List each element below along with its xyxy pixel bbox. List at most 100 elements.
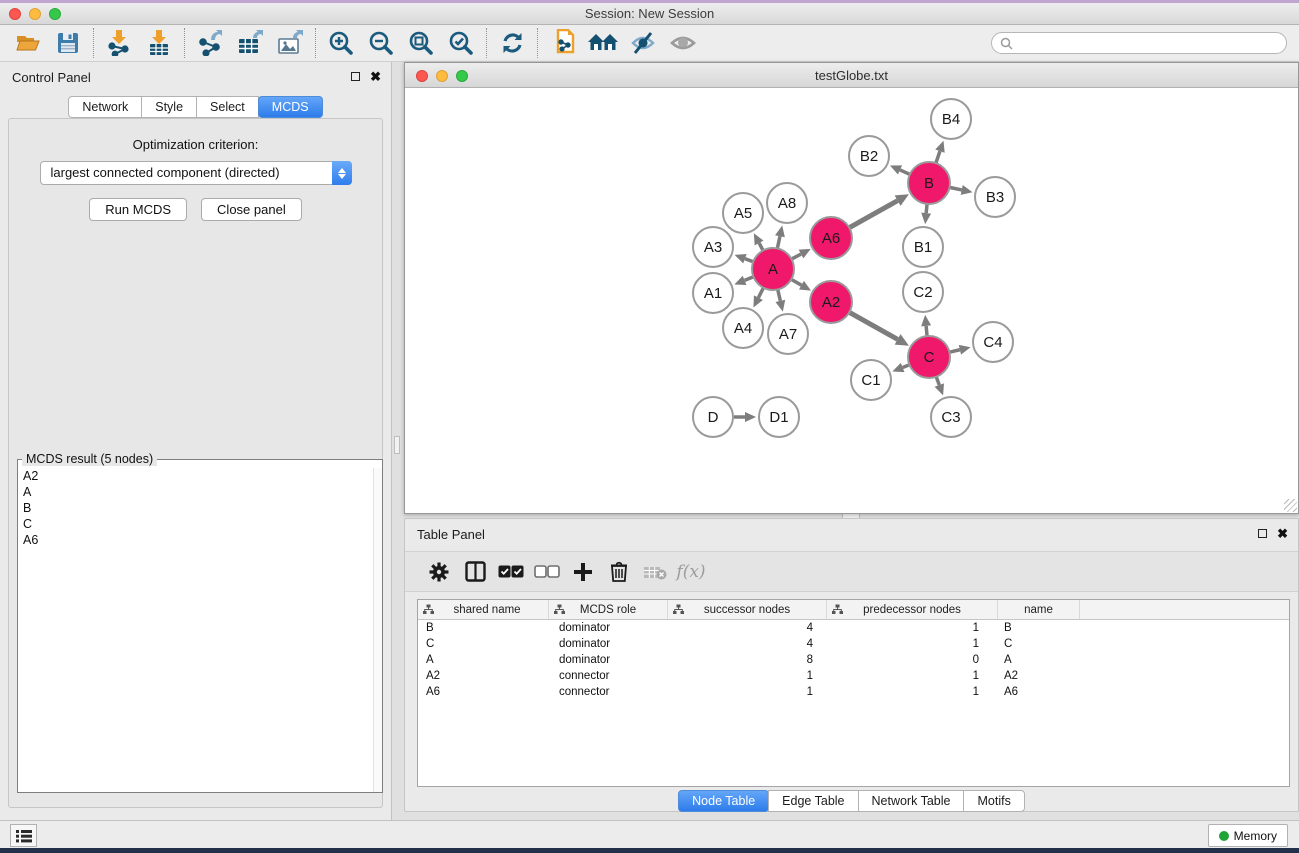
column-header-mcds-role[interactable]: MCDS role xyxy=(549,600,668,619)
graph-edge[interactable] xyxy=(745,277,754,281)
close-panel-button[interactable]: Close panel xyxy=(201,198,302,221)
zoom-out-icon[interactable] xyxy=(361,27,401,59)
graph-edge[interactable] xyxy=(926,326,927,336)
open-session-icon[interactable] xyxy=(8,27,48,59)
show-panels-button[interactable] xyxy=(10,824,37,847)
table-cell[interactable]: A xyxy=(998,652,1080,668)
graph-edge[interactable] xyxy=(849,312,897,339)
tab-mcds[interactable]: MCDS xyxy=(258,96,323,118)
gear-icon[interactable] xyxy=(421,555,457,589)
table-row[interactable]: Bdominator41B xyxy=(418,620,1289,636)
tab-select[interactable]: Select xyxy=(196,96,259,118)
close-panel-icon[interactable]: ✖ xyxy=(370,71,381,82)
float-panel-icon[interactable] xyxy=(351,72,360,81)
graph-edge[interactable] xyxy=(903,365,910,368)
table-cell[interactable]: connector xyxy=(549,684,668,700)
split-handle-vertical[interactable] xyxy=(394,436,400,454)
export-image-icon[interactable] xyxy=(270,27,310,59)
table-cell[interactable]: 4 xyxy=(668,636,827,652)
graph-edge[interactable] xyxy=(949,350,959,352)
table-cell[interactable]: 1 xyxy=(668,668,827,684)
table-cell[interactable]: 1 xyxy=(668,684,827,700)
table-cell[interactable]: 4 xyxy=(668,620,827,636)
table-cell[interactable]: dominator xyxy=(549,636,668,652)
table-cell[interactable]: dominator xyxy=(549,620,668,636)
table-cell[interactable]: C xyxy=(998,636,1080,652)
memory-button[interactable]: Memory xyxy=(1208,824,1288,847)
table-cell[interactable]: A2 xyxy=(418,668,549,684)
clone-network-icon[interactable] xyxy=(543,27,583,59)
export-table-icon[interactable] xyxy=(230,27,270,59)
table-row[interactable]: A6connector11A6 xyxy=(418,684,1289,700)
export-network-icon[interactable] xyxy=(190,27,230,59)
column-header-successor-nodes[interactable]: successor nodes xyxy=(668,600,827,619)
zoom-in-icon[interactable] xyxy=(321,27,361,59)
table-cell[interactable]: 1 xyxy=(827,684,998,700)
column-header-predecessor-nodes[interactable]: predecessor nodes xyxy=(827,600,998,619)
tab-edge-table[interactable]: Edge Table xyxy=(768,790,858,812)
add-column-icon[interactable] xyxy=(565,555,601,589)
tab-node-table[interactable]: Node Table xyxy=(678,790,769,812)
optimization-select[interactable]: largest connected component (directed) xyxy=(40,161,352,185)
close-table-panel-icon[interactable]: ✖ xyxy=(1277,528,1288,539)
search-field[interactable] xyxy=(991,32,1287,54)
import-table-icon[interactable] xyxy=(139,27,179,59)
first-neighbors-icon[interactable] xyxy=(583,27,623,59)
table-cell[interactable]: 1 xyxy=(827,636,998,652)
table-cell[interactable]: A6 xyxy=(418,684,549,700)
mcds-result-item[interactable]: A xyxy=(19,484,372,500)
table-row[interactable]: Cdominator41C xyxy=(418,636,1289,652)
graph-edge[interactable] xyxy=(777,236,780,248)
table-cell[interactable]: C xyxy=(418,636,549,652)
tab-motifs[interactable]: Motifs xyxy=(963,790,1024,812)
table-row[interactable]: Adominator80A xyxy=(418,652,1289,668)
table-cell[interactable]: dominator xyxy=(549,652,668,668)
graph-edge[interactable] xyxy=(759,243,763,251)
table-cell[interactable]: 8 xyxy=(668,652,827,668)
table-cell[interactable]: B xyxy=(998,620,1080,636)
graph-edge[interactable] xyxy=(900,170,910,174)
mcds-result-item[interactable]: A2 xyxy=(19,468,372,484)
mcds-result-item[interactable]: C xyxy=(19,516,372,532)
table-cell[interactable]: connector xyxy=(549,668,668,684)
table-cell[interactable]: 1 xyxy=(827,620,998,636)
search-input[interactable] xyxy=(1018,36,1278,50)
tab-style[interactable]: Style xyxy=(141,96,197,118)
graph-edge[interactable] xyxy=(778,289,781,300)
table-cell[interactable]: 0 xyxy=(827,652,998,668)
hide-graphics-icon[interactable] xyxy=(623,27,663,59)
mcds-result-item[interactable]: B xyxy=(19,500,372,516)
graph-edge[interactable] xyxy=(936,151,940,163)
tab-network-table[interactable]: Network Table xyxy=(858,790,965,812)
table-cell[interactable]: A6 xyxy=(998,684,1080,700)
zoom-selected-icon[interactable] xyxy=(441,27,481,59)
deselect-all-icon[interactable] xyxy=(529,555,565,589)
graph-edge[interactable] xyxy=(849,201,897,228)
tab-network[interactable]: Network xyxy=(68,96,142,118)
zoom-fit-icon[interactable] xyxy=(401,27,441,59)
graph-edge[interactable] xyxy=(745,259,753,262)
delete-icon[interactable] xyxy=(601,555,637,589)
graph-edge[interactable] xyxy=(791,279,801,285)
column-header-name[interactable]: name xyxy=(998,600,1080,619)
select-all-icon[interactable] xyxy=(493,555,529,589)
refresh-icon[interactable] xyxy=(492,27,532,59)
float-table-panel-icon[interactable] xyxy=(1258,529,1267,538)
graph-edge[interactable] xyxy=(950,187,962,190)
table-cell[interactable]: A2 xyxy=(998,668,1080,684)
run-mcds-button[interactable]: Run MCDS xyxy=(89,198,187,221)
graph-edge[interactable] xyxy=(758,288,763,298)
resize-grip-icon[interactable] xyxy=(1284,499,1297,512)
table-cell[interactable]: A xyxy=(418,652,549,668)
columns-icon[interactable] xyxy=(457,555,493,589)
show-graphics-icon[interactable] xyxy=(663,27,703,59)
save-session-icon[interactable] xyxy=(48,27,88,59)
graph-edge[interactable] xyxy=(792,254,801,259)
column-header-shared-name[interactable]: shared name xyxy=(418,600,549,619)
graph-edge[interactable] xyxy=(926,204,927,213)
graph-edge[interactable] xyxy=(936,377,939,385)
import-network-icon[interactable] xyxy=(99,27,139,59)
table-cell[interactable]: 1 xyxy=(827,668,998,684)
network-canvas[interactable]: B4B2BB3A8A5A6A3B1AA1C2A2A4A7C4CC1C3DD1 xyxy=(405,88,1298,513)
table-cell[interactable]: B xyxy=(418,620,549,636)
